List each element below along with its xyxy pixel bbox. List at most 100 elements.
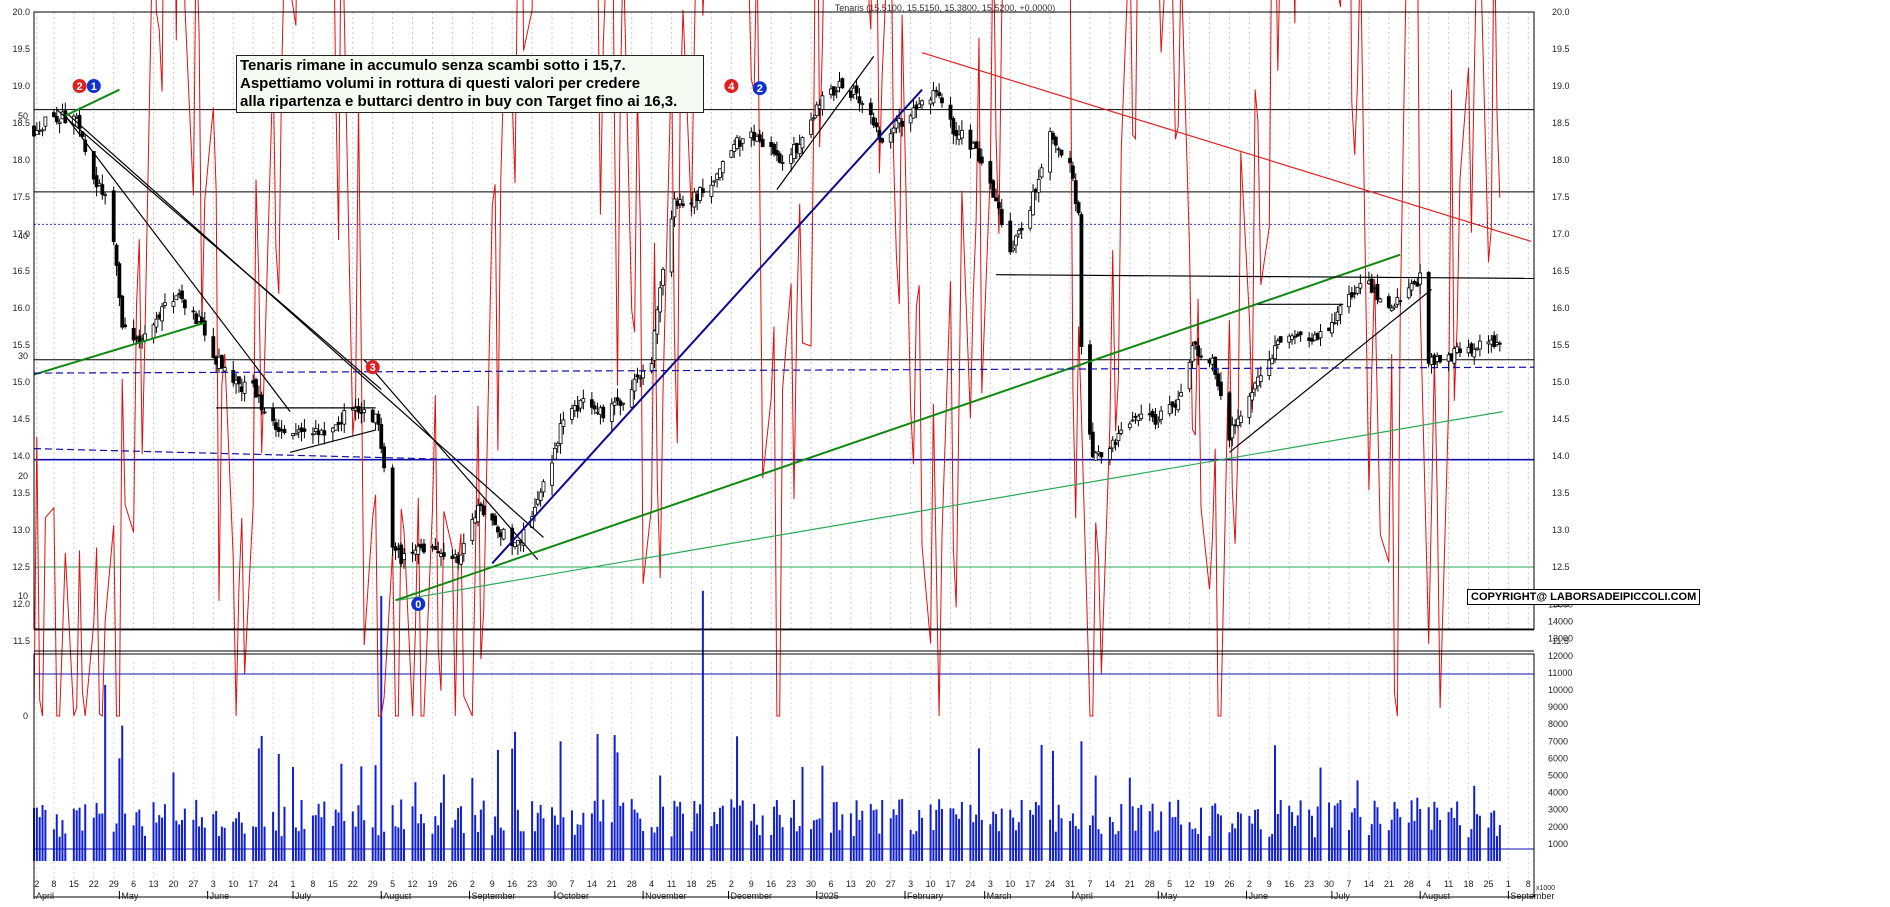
candle-body xyxy=(1073,180,1078,204)
volume-bar xyxy=(1168,801,1171,861)
volume-bar xyxy=(790,817,793,861)
x-day-label: 7 xyxy=(569,879,574,889)
volume-bar xyxy=(1350,812,1353,861)
volume-bar xyxy=(761,815,764,861)
volume-bar xyxy=(992,811,995,861)
volume-bar xyxy=(673,800,676,861)
volume-bar xyxy=(1234,828,1237,861)
x-month-label: 2025 xyxy=(819,891,839,901)
volume-bar xyxy=(960,801,963,861)
candle-body xyxy=(999,208,1004,225)
volume-bar xyxy=(1359,817,1362,861)
candle-body xyxy=(900,120,905,127)
x-day-label: 10 xyxy=(228,879,238,889)
volume-bar xyxy=(255,826,258,861)
candle-body xyxy=(1153,413,1158,425)
x-day-label: 3 xyxy=(908,879,913,889)
volume-bar xyxy=(172,772,175,861)
candle-body xyxy=(760,138,765,148)
x-day-label: 28 xyxy=(1404,879,1414,889)
volume-bar xyxy=(1254,809,1257,861)
volume-bar xyxy=(383,831,386,861)
price-axis-tick-right: 17.0 xyxy=(1552,229,1570,239)
price-axis-tick-left: 19.5 xyxy=(12,44,30,54)
candle-body xyxy=(709,184,714,197)
volume-bar xyxy=(300,800,303,861)
volume-bar xyxy=(736,736,739,861)
volume-bar xyxy=(1137,807,1140,861)
candle-body xyxy=(1068,157,1072,164)
candle-body xyxy=(1438,355,1442,363)
x-day-label: 25 xyxy=(706,879,716,889)
volume-bar xyxy=(869,804,872,861)
volume-bar xyxy=(215,810,218,861)
volume-bar xyxy=(1111,821,1114,861)
volume-bar xyxy=(1433,801,1436,861)
x-day-label: 21 xyxy=(1125,879,1135,889)
volume-bar xyxy=(320,817,323,861)
candle-body xyxy=(809,119,813,135)
volume-bar xyxy=(451,827,454,861)
volume-bar xyxy=(380,595,383,861)
volume-bar xyxy=(294,827,297,861)
volume-bar xyxy=(175,820,178,861)
volume-bar xyxy=(1387,830,1390,861)
candle-body xyxy=(496,526,500,533)
volume-bar xyxy=(161,817,164,861)
candle-body xyxy=(1458,348,1462,354)
candle-body xyxy=(1130,419,1135,422)
price-axis-tick-left: 11.5 xyxy=(13,636,30,646)
candle-body xyxy=(1016,230,1021,235)
volume-bar xyxy=(1339,800,1342,861)
volume-bar xyxy=(1154,831,1157,861)
x-day-label: 4 xyxy=(1426,879,1431,889)
volume-bar xyxy=(195,799,198,861)
candle-body xyxy=(652,330,657,361)
candle-body xyxy=(1238,415,1243,424)
volume-bar xyxy=(61,820,64,861)
analysis-note: Tenaris rimane in accumulo senza scambi … xyxy=(236,55,704,113)
volume-bar xyxy=(622,802,625,861)
x-day-label: 12 xyxy=(408,879,418,889)
oscillator-axis-tick: 40 xyxy=(18,231,28,241)
candle-body xyxy=(538,491,543,501)
volume-bar xyxy=(898,799,901,861)
volume-bar xyxy=(1069,820,1072,861)
volume-bar xyxy=(582,812,585,861)
volume-bar xyxy=(511,748,514,861)
volume-bar xyxy=(1157,830,1160,861)
volume-bar xyxy=(55,814,58,861)
wave-marker-label: 3 xyxy=(370,362,376,374)
volume-bar xyxy=(434,816,437,861)
volume-bar xyxy=(1239,813,1242,861)
candle-body xyxy=(1199,355,1203,358)
volume-bar xyxy=(35,807,38,861)
volume-axis-tick: 14000 xyxy=(1548,617,1573,627)
candle-body xyxy=(171,301,176,307)
volume-bar xyxy=(1100,833,1103,861)
candle-body xyxy=(493,515,498,526)
volume-bar xyxy=(417,823,420,861)
candle-body xyxy=(641,370,646,379)
volume-bar xyxy=(144,835,147,861)
candle-body xyxy=(988,161,993,184)
volume-bar xyxy=(442,774,445,861)
volume-bar xyxy=(619,805,622,861)
volume-bar xyxy=(163,804,166,861)
volume-bar xyxy=(192,819,195,861)
candle-body xyxy=(481,505,486,516)
volume-bar xyxy=(354,826,357,861)
volume-bar xyxy=(1458,825,1461,861)
candle-body xyxy=(649,363,654,372)
x-day-label: 6 xyxy=(131,879,136,889)
volume-bar xyxy=(1049,819,1052,861)
x-day-label: 14 xyxy=(587,879,597,889)
volume-bar xyxy=(78,807,81,861)
candle-body xyxy=(811,117,816,120)
volume-bar xyxy=(1194,828,1197,861)
x-day-label: 8 xyxy=(51,879,56,889)
volume-bar xyxy=(351,811,354,861)
x-day-label: 7 xyxy=(1346,879,1351,889)
volume-bar xyxy=(849,813,852,861)
volume-bar xyxy=(95,802,98,861)
